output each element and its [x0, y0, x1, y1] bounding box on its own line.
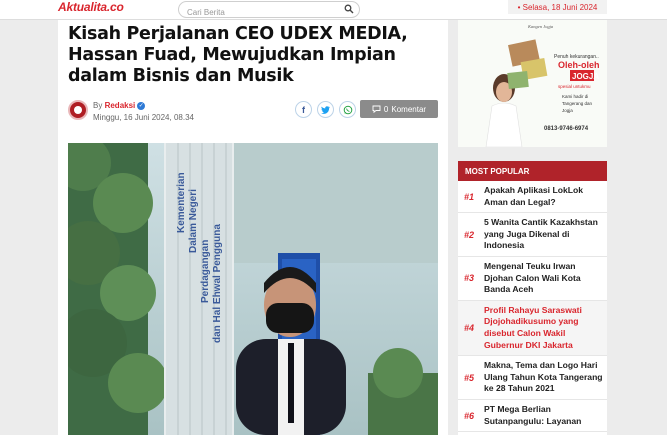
site-logo[interactable]: Aktualita.co [58, 0, 124, 14]
popular-title[interactable]: Makna, Tema dan Logo Hari Ulang Tahun Ko… [484, 360, 603, 395]
svg-text:Kami hadir di: Kami hadir di [562, 94, 588, 99]
popular-rank: #6 [464, 410, 475, 421]
verified-icon: ✓ [137, 101, 146, 110]
photo-illustration: Kementerian Dalam Negeri Perdagangan dan… [68, 143, 438, 435]
popular-item[interactable]: #4 Profil Rahayu Saraswati Djojohadikusu… [458, 300, 607, 357]
popular-title[interactable]: Apakah Aplikasi LokLok Aman dan Legal? [484, 185, 603, 208]
comment-icon [372, 105, 381, 113]
popular-title[interactable]: Mengenal Teuku Irwan Djohan Calon Wali K… [484, 261, 603, 296]
author-avatar[interactable] [68, 100, 88, 120]
svg-text:spesial untukmu: spesial untukmu [558, 84, 591, 89]
popular-item[interactable]: #1 Apakah Aplikasi LokLok Aman dan Legal… [458, 181, 607, 214]
svg-text:Dalam Negeri: Dalam Negeri [188, 189, 199, 253]
user-icon [74, 106, 82, 114]
svg-text:Jogja: Jogja [562, 108, 573, 113]
share-whatsapp-button[interactable] [339, 101, 356, 118]
search-icon[interactable] [344, 4, 354, 14]
comments-button[interactable]: 0 Komentar [360, 100, 438, 118]
popular-item[interactable]: #3 Mengenal Teuku Irwan Djohan Calon Wal… [458, 257, 607, 301]
facebook-icon: f [302, 104, 305, 115]
popular-title[interactable]: Profil Rahayu Saraswati Djojohadikusumo … [484, 305, 603, 351]
article-column: Kisah Perjalanan CEO UDEX MEDIA, Hassan … [58, 20, 448, 435]
current-date: • Selasa, 18 Juni 2024 [508, 0, 607, 14]
byline: By Redaksi ✓ [93, 101, 146, 110]
popular-rank: #3 [464, 273, 475, 284]
article-meta: By Redaksi ✓ Minggu, 16 Juni 2024, 08.34 … [68, 100, 440, 124]
sidebar-ad[interactable]: Kangen Jogja Penuh kekurangan.. Oleh-ole… [458, 20, 607, 147]
ad-graphic: Kangen Jogja Penuh kekurangan.. Oleh-ole… [458, 20, 607, 147]
popular-item[interactable]: #2 5 Wanita Cantik Kazakhstan yang Juga … [458, 213, 607, 257]
popular-title[interactable]: PT Mega Berlian Sutanpangulu: Layanan [484, 404, 603, 427]
svg-text:dan Hal Ehwal Pengguna: dan Hal Ehwal Pengguna [212, 224, 223, 343]
site-header: Aktualita.co • Selasa, 18 Juni 2024 [0, 0, 667, 20]
popular-item[interactable]: #5 Makna, Tema dan Logo Hari Ulang Tahun… [458, 356, 607, 400]
publish-date: Minggu, 16 Juni 2024, 08.34 [93, 113, 194, 122]
svg-text:Perdagangan: Perdagangan [200, 240, 211, 303]
svg-text:Oleh-oleh: Oleh-oleh [558, 60, 600, 70]
author-link[interactable]: Redaksi [105, 101, 136, 110]
svg-text:Kementerian: Kementerian [176, 172, 187, 233]
svg-text:Tangerang dan: Tangerang dan [562, 101, 593, 106]
most-popular-widget: MOST POPULAR #1 Apakah Aplikasi LokLok A… [458, 161, 607, 435]
svg-text:Kangen Jogja: Kangen Jogja [527, 24, 554, 29]
svg-text:0813-9746-6974: 0813-9746-6974 [544, 126, 589, 132]
popular-rank: #5 [464, 372, 475, 383]
search-box [178, 1, 360, 20]
whatsapp-icon [343, 105, 352, 114]
article-photo[interactable]: Kementerian Dalam Negeri Perdagangan dan… [68, 143, 438, 435]
search-input[interactable] [179, 5, 329, 20]
comment-label: Komentar [391, 104, 427, 114]
popular-rank: #1 [464, 191, 475, 202]
twitter-icon [321, 105, 330, 114]
popular-rank: #4 [464, 322, 475, 333]
share-facebook-button[interactable]: f [295, 101, 312, 118]
popular-rank: #2 [464, 229, 475, 240]
comment-count: 0 [383, 104, 389, 114]
share-twitter-button[interactable] [317, 101, 334, 118]
logo-text: Aktualita.co [58, 0, 124, 14]
popular-item[interactable]: #6 PT Mega Berlian Sutanpangulu: Layanan [458, 400, 607, 433]
popular-title[interactable]: 5 Wanita Cantik Kazakhstan yang Juga Dik… [484, 217, 603, 252]
svg-text:JOGJA: JOGJA [572, 72, 599, 81]
article-title: Kisah Perjalanan CEO UDEX MEDIA, Hassan … [68, 24, 408, 86]
most-popular-heading: MOST POPULAR [458, 161, 607, 181]
